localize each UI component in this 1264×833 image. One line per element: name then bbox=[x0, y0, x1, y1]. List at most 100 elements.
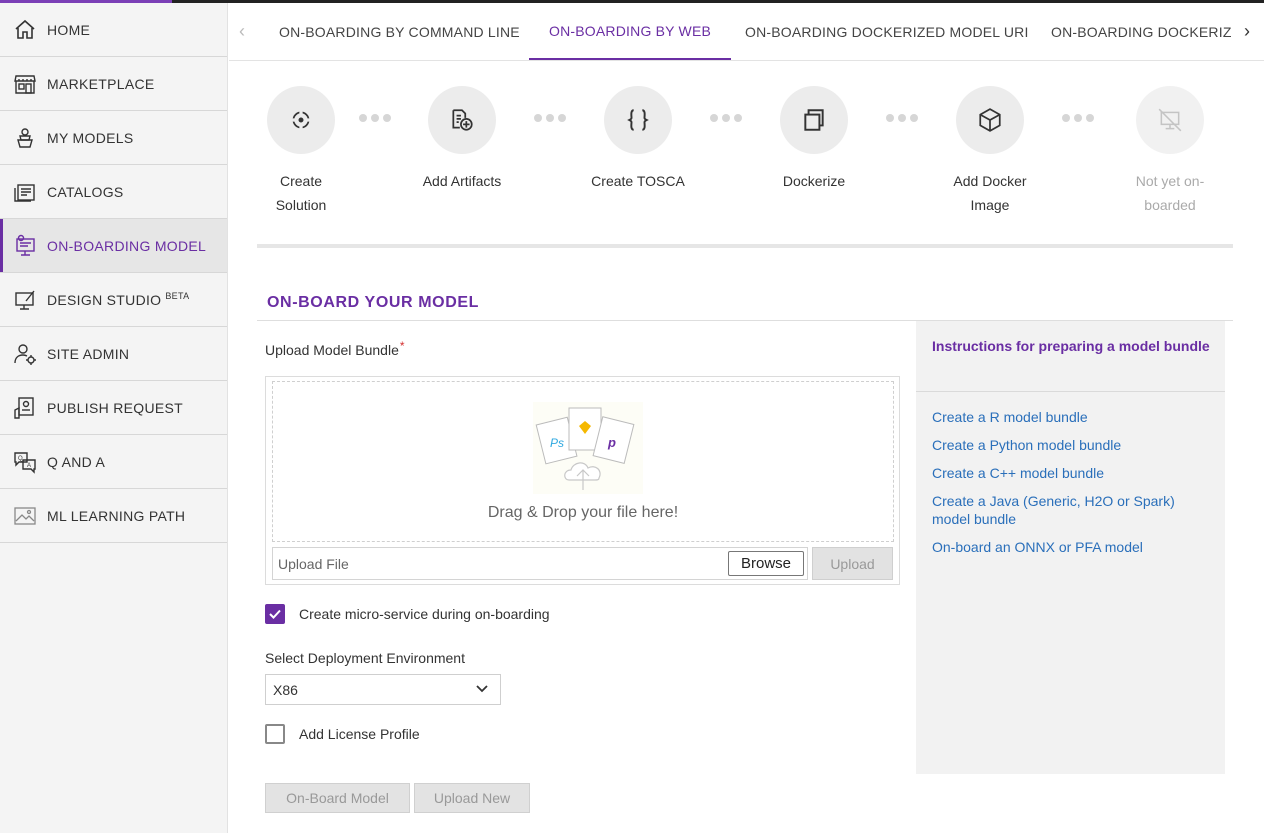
step-connector bbox=[1062, 114, 1094, 122]
upload-box: Ps p Drag & Drop your file here! Browse … bbox=[265, 376, 900, 585]
link-python-model-bundle[interactable]: Create a Python model bundle bbox=[932, 436, 1212, 454]
publish-icon bbox=[12, 395, 38, 421]
license-option: Add License Profile bbox=[265, 724, 420, 744]
onboard-model-button[interactable]: On-Board Model bbox=[265, 783, 410, 813]
upload-model-bundle-label: Upload Model Bundle* bbox=[265, 339, 405, 358]
stepper-divider bbox=[257, 244, 1233, 248]
sidebar-item-publish-request[interactable]: PUBLISH REQUEST bbox=[0, 381, 227, 435]
file-upload-illustration-icon: Ps p bbox=[533, 402, 643, 494]
tab-command-line[interactable]: ON-BOARDING BY COMMAND LINE bbox=[259, 3, 540, 60]
license-profile-label: Add License Profile bbox=[299, 726, 420, 742]
step-connector bbox=[886, 114, 918, 122]
sidebar-item-label: Q AND A bbox=[47, 453, 106, 470]
license-profile-checkbox[interactable] bbox=[265, 724, 285, 744]
models-icon bbox=[12, 125, 38, 151]
step-label: Not yet on-boarded bbox=[1135, 173, 1205, 213]
link-cpp-model-bundle[interactable]: Create a C++ model bundle bbox=[932, 464, 1212, 482]
copy-icon bbox=[780, 86, 848, 154]
sidebar-item-home[interactable]: HOME bbox=[0, 3, 227, 57]
instructions-panel: Instructions for preparing a model bundl… bbox=[916, 321, 1225, 774]
add-file-icon bbox=[428, 86, 496, 154]
sidebar-item-onboarding-model[interactable]: ON-BOARDING MODEL bbox=[0, 219, 227, 273]
not-onboarded-icon bbox=[1136, 86, 1204, 154]
upload-new-button[interactable]: Upload New bbox=[414, 783, 530, 813]
upload-button[interactable]: Upload bbox=[812, 547, 893, 580]
step-not-onboarded: Not yet on-boarded bbox=[1110, 86, 1230, 217]
storefront-icon bbox=[12, 71, 38, 97]
page-title: ON-BOARD YOUR MODEL bbox=[267, 294, 479, 311]
step-add-docker-image: Add Docker Image bbox=[930, 86, 1050, 217]
tab-dockerized[interactable]: ON-BOARDING DOCKERIZED bbox=[1031, 3, 1231, 60]
checkmark-icon bbox=[269, 609, 281, 619]
onboarding-tabs: ‹ ON-BOARDING BY COMMAND LINE ON-BOARDIN… bbox=[229, 3, 1264, 61]
sidebar-item-label: CATALOGS bbox=[47, 183, 124, 200]
upload-file-input[interactable] bbox=[278, 548, 718, 579]
braces-icon bbox=[604, 86, 672, 154]
home-icon bbox=[12, 17, 38, 43]
microservice-option: Create micro-service during on-boarding bbox=[265, 604, 550, 624]
step-connector bbox=[534, 114, 566, 122]
sidebar-item-site-admin[interactable]: SITE ADMIN bbox=[0, 327, 227, 381]
sidebar-item-my-models[interactable]: MY MODELS bbox=[0, 111, 227, 165]
admin-icon bbox=[12, 341, 38, 367]
cube-icon bbox=[956, 86, 1024, 154]
step-connector bbox=[359, 114, 391, 122]
beta-badge: BETA bbox=[165, 290, 190, 301]
chevron-down-icon bbox=[476, 685, 488, 693]
sidebar-item-label: MY MODELS bbox=[47, 129, 134, 146]
step-label: Create Solution bbox=[275, 173, 327, 213]
sidebar-item-marketplace[interactable]: MARKETPLACE bbox=[0, 57, 227, 111]
tab-scroll-left-icon[interactable]: ‹ bbox=[229, 3, 255, 60]
instructions-divider bbox=[916, 391, 1225, 392]
step-add-artifacts: Add Artifacts bbox=[402, 86, 522, 193]
step-label: Dockerize bbox=[782, 173, 846, 189]
catalog-icon bbox=[12, 179, 38, 205]
microservice-label: Create micro-service during on-boarding bbox=[299, 606, 550, 622]
svg-text:Ps: Ps bbox=[550, 436, 564, 450]
step-label: Add Docker Image bbox=[953, 173, 1027, 213]
microservice-checkbox[interactable] bbox=[265, 604, 285, 624]
svg-text:A: A bbox=[27, 463, 31, 469]
upload-label-text: Upload Model Bundle bbox=[265, 342, 399, 358]
link-java-model-bundle[interactable]: Create a Java (Generic, H2O or Spark) mo… bbox=[932, 492, 1212, 528]
sidebar-item-label: HOME bbox=[47, 21, 91, 38]
file-drop-zone[interactable]: Ps p Drag & Drop your file here! bbox=[272, 381, 894, 542]
link-onnx-pfa-model[interactable]: On-board an ONNX or PFA model bbox=[932, 538, 1212, 556]
instructions-title: Instructions for preparing a model bundl… bbox=[932, 338, 1210, 354]
design-studio-icon bbox=[12, 287, 38, 313]
svg-text:Q: Q bbox=[18, 456, 23, 462]
sidebar-item-catalogs[interactable]: CATALOGS bbox=[0, 165, 227, 219]
sidebar-item-label: PUBLISH REQUEST bbox=[47, 399, 183, 416]
qanda-icon: QA bbox=[12, 449, 38, 475]
sidebar: HOME MARKETPLACE MY MODELS CATALOGS ON-B… bbox=[0, 3, 228, 833]
drop-zone-text: Drag & Drop your file here! bbox=[487, 504, 679, 521]
link-r-model-bundle[interactable]: Create a R model bundle bbox=[932, 408, 1212, 426]
step-create-tosca: Create TOSCA bbox=[578, 86, 698, 193]
step-create-solution: Create Solution bbox=[241, 86, 361, 217]
deployment-environment-value: X86 bbox=[273, 681, 298, 698]
step-dockerize: Dockerize bbox=[754, 86, 874, 193]
sidebar-item-label: MARKETPLACE bbox=[47, 75, 155, 92]
step-connector bbox=[710, 114, 742, 122]
sidebar-item-label: SITE ADMIN bbox=[47, 345, 130, 362]
deployment-environment-label: Select Deployment Environment bbox=[265, 650, 465, 666]
tab-dockerized-model-uri[interactable]: ON-BOARDING DOCKERIZED MODEL URI bbox=[725, 3, 1049, 60]
tab-scroll-right-icon[interactable]: › bbox=[1234, 3, 1260, 60]
onboarding-icon bbox=[12, 233, 38, 259]
sidebar-item-label: ON-BOARDING MODEL bbox=[47, 237, 207, 254]
file-picker: Browse bbox=[272, 547, 808, 580]
required-marker: * bbox=[399, 339, 405, 353]
sidebar-item-label: DESIGN STUDIO bbox=[47, 291, 162, 308]
deployment-environment-select[interactable]: X86 bbox=[265, 674, 501, 705]
svg-text:p: p bbox=[607, 435, 616, 450]
sidebar-item-label: ML LEARNING PATH bbox=[47, 507, 186, 524]
step-label: Create TOSCA bbox=[591, 173, 685, 189]
sidebar-item-q-and-a[interactable]: QA Q AND A bbox=[0, 435, 227, 489]
learning-path-icon bbox=[12, 503, 38, 529]
target-icon bbox=[267, 86, 335, 154]
browse-button[interactable]: Browse bbox=[728, 551, 804, 576]
tab-web[interactable]: ON-BOARDING BY WEB bbox=[529, 3, 732, 60]
sidebar-item-design-studio[interactable]: DESIGN STUDIO BETA bbox=[0, 273, 227, 327]
step-label: Add Artifacts bbox=[422, 173, 502, 189]
sidebar-item-ml-learning-path[interactable]: ML LEARNING PATH bbox=[0, 489, 227, 543]
